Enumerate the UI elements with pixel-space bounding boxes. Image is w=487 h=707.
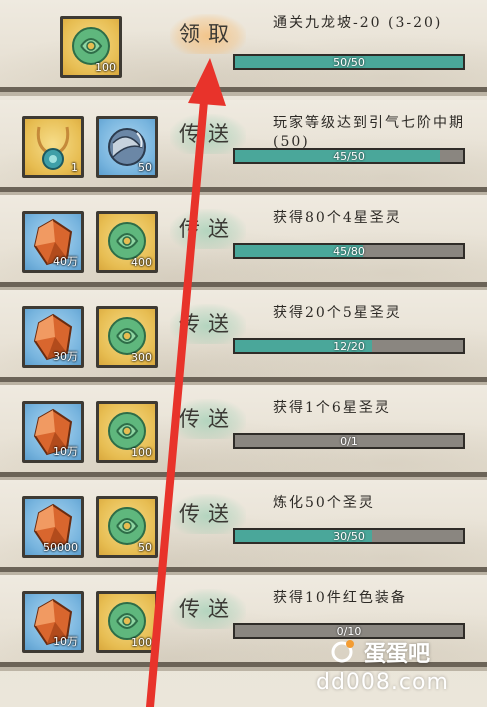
reward-slot[interactable]: 300 [96,306,158,368]
reward-slot[interactable]: 100 [96,591,158,653]
task-progress-bar: 30/50 [233,528,465,544]
reward-quantity: 300 [131,351,152,364]
task-description: 获得80个4星圣灵 [273,210,402,226]
progress-text: 30/50 [333,530,365,543]
reward-slot[interactable]: 30万 [22,306,84,368]
progress-text: 50/50 [333,56,365,69]
reward-slot[interactable]: 1 [22,116,84,178]
reward-slot[interactable]: 400 [96,211,158,273]
reward-quantity: 30万 [53,350,78,363]
task-progress-bar: 45/50 [233,148,465,164]
reward-quantity: 1 [71,161,78,174]
task-description: 玩家等级达到引气七阶中期 (50) [273,115,465,150]
reward-quantity: 10万 [53,635,78,648]
reward-slot[interactable]: 100 [96,401,158,463]
quest-row: 10万 100 传送 获得1个6星圣灵 [0,385,487,481]
progress-text: 45/80 [333,245,365,258]
task-progress-bar: 0/1 [233,433,465,449]
task-description: 通关九龙坡-20 (3-20) [273,15,443,31]
progress-text: 0/1 [340,435,358,448]
task-description: 获得20个5星圣灵 [273,305,402,321]
quest-row: 1 50 传送 玩家等级达到引气七阶中期 (50) [0,100,487,196]
reward-slot[interactable]: 40万 [22,211,84,273]
progress-text: 12/20 [333,340,365,353]
quest-row: 10万 100 传送 获得10件红色装备 [0,575,487,671]
reward-quantity: 400 [131,256,152,269]
reward-slot[interactable]: 100 [60,16,122,78]
progress-text: 45/50 [333,150,365,163]
task-description: 炼化50个圣灵 [273,495,375,511]
task-progress-bar: 12/20 [233,338,465,354]
reward-slot[interactable]: 50000 [22,496,84,558]
reward-slot[interactable]: 10万 [22,401,84,463]
reward-quantity: 100 [95,61,116,74]
reward-quantity: 100 [131,446,152,459]
task-progress-bar: 0/10 [233,623,465,639]
reward-slot[interactable]: 50 [96,496,158,558]
quest-row: 30万 300 传送 获得20个5星圣灵 [0,290,487,386]
task-progress-bar: 45/80 [233,243,465,259]
task-progress-bar: 50/50 [233,54,465,70]
reward-slot[interactable]: 10万 [22,591,84,653]
reward-quantity: 50 [138,541,152,554]
reward-quantity: 100 [131,636,152,649]
reward-slot[interactable]: 50 [96,116,158,178]
progress-text: 0/10 [336,625,362,638]
reward-quantity: 40万 [53,255,78,268]
quest-row: 50000 50 传送 炼化50个圣灵 [0,480,487,576]
quest-row: 40万 400 传送 获得80个4星圣灵 [0,195,487,291]
task-description: 获得10件红色装备 [273,590,407,606]
quest-row: 100 领取 通关九龙坡-20 (3-20) [0,0,487,96]
task-description: 获得1个6星圣灵 [273,400,391,416]
quest-list: 100 领取 通关九龙坡-20 (3-20) 50/50 1 50 传送 玩家等级达到引气七阶… [0,0,487,707]
reward-quantity: 50 [138,161,152,174]
reward-quantity: 50000 [43,541,78,554]
claim-button[interactable]: 领取 [170,14,246,54]
reward-quantity: 10万 [53,445,78,458]
